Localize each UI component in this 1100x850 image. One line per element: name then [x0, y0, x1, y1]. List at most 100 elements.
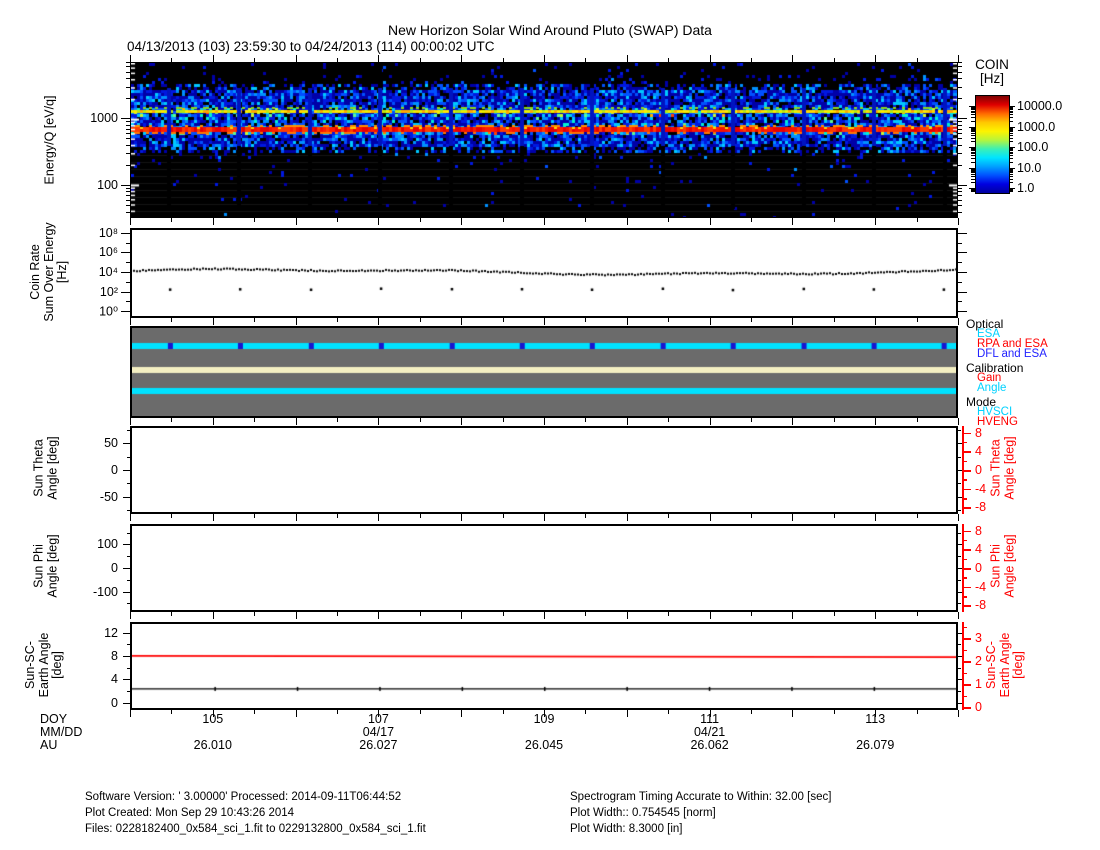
tick-label: 0: [975, 700, 982, 714]
axis-tick: [917, 58, 918, 62]
axis-tick: [127, 644, 131, 645]
axis-tick: [127, 510, 131, 511]
sun-sc-earth-lines: [132, 624, 956, 708]
axis-tick: [751, 58, 752, 62]
axis-tick: [420, 58, 421, 62]
axis-tick: [971, 149, 975, 150]
footer-software-version: Software Version: ' 3.00000' Processed: …: [85, 791, 401, 803]
axis-tick: [958, 533, 961, 534]
axis-tick: [958, 311, 967, 312]
right-ylabel-sun-phi: Sun Phi Angle [deg]: [990, 534, 1017, 597]
axis-tick: [254, 418, 255, 422]
axis-tick: [962, 696, 967, 698]
axis-tick: [958, 145, 962, 146]
axis-tick: [296, 514, 297, 521]
axis-tick: [130, 514, 131, 521]
axis-tick: [958, 72, 962, 73]
axis-tick: [1009, 149, 1013, 150]
swap-data-plot: New Horizon Solar Wind Around Pluto (SWA…: [0, 0, 1100, 850]
axis-tick: [1009, 121, 1013, 122]
axis-tick: [544, 418, 545, 425]
axis-tick: [337, 612, 338, 616]
axis-tick: [420, 710, 421, 714]
axis-tick: [585, 612, 586, 616]
axis-tick: [971, 158, 975, 159]
axis-tick: [544, 514, 545, 521]
axis-tick: [627, 55, 628, 62]
axis-tick: [123, 656, 130, 657]
axis-tick: [962, 587, 971, 589]
axis-tick: [461, 218, 462, 225]
axis-tick: [627, 612, 628, 619]
axis-tick: [958, 55, 959, 62]
coin-rate-panel: [130, 228, 958, 318]
axis-tick: [958, 87, 962, 88]
axis-tick: [668, 612, 669, 616]
au-tick-label: 26.027: [359, 738, 397, 752]
axis-tick: [378, 612, 379, 619]
axis-tick: [971, 152, 975, 153]
axis-tick: [958, 66, 962, 67]
axis-tick: [971, 138, 975, 139]
axis-tick: [971, 108, 975, 109]
axis-tick: [296, 612, 297, 619]
sun-theta-panel: [130, 426, 958, 514]
axis-tick: [213, 318, 214, 325]
axis-tick: [958, 483, 961, 484]
axis-tick: [1009, 169, 1013, 170]
axis-tick: [962, 650, 967, 652]
axis-tick: [875, 418, 876, 425]
axis-tick: [420, 318, 421, 322]
tick-label: 8: [111, 649, 118, 663]
colorbar-tick-label: 100.0: [1017, 140, 1048, 154]
axis-tick: [544, 55, 545, 62]
axis-tick: [1009, 162, 1013, 163]
doy-tick-label: 111: [700, 712, 719, 726]
axis-tick: [1009, 171, 1013, 172]
axis-tick: [503, 710, 504, 714]
axis-tick: [962, 673, 967, 675]
axis-tick: [962, 461, 967, 463]
axis-tick: [792, 612, 793, 619]
axis-tick: [126, 188, 130, 189]
axis-tick: [1009, 155, 1013, 156]
axis-tick: [123, 703, 130, 704]
colorbar-tick-label: 10.0: [1017, 161, 1041, 175]
axis-tick: [1009, 176, 1013, 177]
axis-tick: [1009, 128, 1013, 129]
axis-tick: [668, 514, 669, 518]
axis-tick: [378, 318, 379, 325]
axis-tick: [461, 514, 462, 521]
axis-tick: [962, 507, 971, 509]
axis-tick: [971, 117, 975, 118]
axis-tick: [971, 109, 975, 110]
tick-label: 0: [111, 463, 118, 477]
axis-tick: [627, 514, 628, 521]
axis-tick: [171, 710, 172, 714]
axis-tick: [962, 549, 971, 551]
axis-tick: [971, 190, 975, 191]
axis-tick: [1009, 108, 1013, 109]
axis-tick: [126, 98, 130, 99]
axis-tick: [1009, 129, 1013, 130]
axis-tick: [710, 514, 711, 521]
footer-files: Files: 0228182400_0x584_sci_1.fit to 022…: [85, 823, 426, 835]
axis-tick: [337, 58, 338, 62]
axis-tick: [130, 710, 131, 717]
tick-label: -100: [93, 585, 118, 599]
sun-sc-earth-panel: [130, 622, 958, 710]
au-tick-label: 26.010: [194, 738, 232, 752]
axis-tick: [126, 78, 130, 79]
axis-tick: [958, 62, 962, 63]
axis-tick: [962, 638, 971, 640]
tick-label: 1: [975, 677, 982, 691]
axis-tick: [126, 262, 130, 263]
axis-tick: [121, 252, 130, 253]
axis-tick: [958, 98, 962, 99]
axis-tick: [962, 559, 967, 561]
axis-tick: [971, 135, 975, 136]
axis-tick: [971, 172, 975, 173]
axis-tick: [971, 148, 975, 149]
axis-tick: [971, 121, 975, 122]
axis-tick: [958, 710, 959, 717]
